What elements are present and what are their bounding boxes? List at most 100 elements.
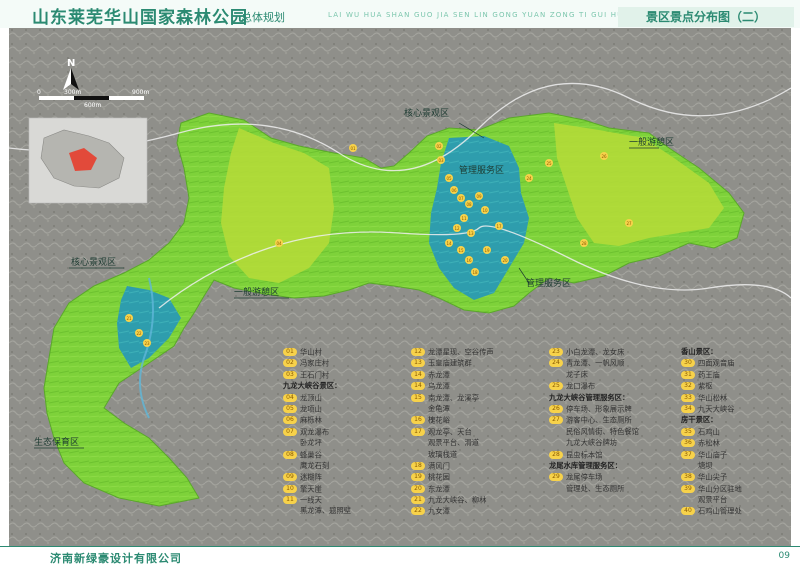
marker[interactable]: 09 xyxy=(475,192,483,200)
legend-item: 14 乌龙潭 xyxy=(411,380,494,391)
scale-label-900: 900m xyxy=(132,89,149,96)
legend-column-3: 23 小白龙潭、龙女床 24 青龙潭、一帆风顺 龙子床 25 龙口瀑布 九龙大峡谷管理… xyxy=(549,346,639,494)
legend-item: 30 四面观音庙 xyxy=(681,357,742,368)
legend-item: 31 药王庙 xyxy=(681,369,742,380)
marker[interactable]: 05 xyxy=(445,174,453,182)
svg-text:02: 02 xyxy=(436,144,442,149)
legend-column-1: 01 华山村 02 冯家庄村 03 王石门村 九龙大峡谷景区： 04 龙顶山 05 龙项山… xyxy=(283,346,351,517)
legend-item: 11 一线天 xyxy=(283,494,351,505)
marker[interactable]: 04 xyxy=(275,239,283,247)
legend-item: 38 华山尖子 xyxy=(681,471,742,482)
legend-item: 03 王石门村 xyxy=(283,369,351,380)
svg-text:28: 28 xyxy=(581,241,587,246)
marker[interactable]: 13 xyxy=(467,229,475,237)
pinyin-title: LAI WU HUA SHAN GUO JIA SEN LIN GONG YUA… xyxy=(328,11,630,19)
legend-item: 21 九龙大峡谷、柳林 xyxy=(411,494,494,505)
marker[interactable]: 19 xyxy=(483,246,491,254)
zone-label-core-west: 核心景观区 xyxy=(69,256,124,269)
legend-item: 29 龙尾停车场 xyxy=(549,471,639,482)
legend-item-continued: 观景平台 xyxy=(698,495,728,505)
svg-text:一般游憩区: 一般游憩区 xyxy=(234,286,279,298)
svg-text:10: 10 xyxy=(482,208,488,213)
svg-text:N: N xyxy=(67,58,75,69)
svg-text:11: 11 xyxy=(461,216,467,221)
svg-text:管理服务区: 管理服务区 xyxy=(526,277,571,289)
page-subtitle: 总体规划 xyxy=(241,11,285,24)
svg-text:核心景观区: 核心景观区 xyxy=(404,107,449,119)
inset-locator-map xyxy=(28,117,148,204)
legend-item-continued: 民俗风情街、特色餐馆 xyxy=(566,426,639,436)
legend-section-header: 九龙大峡谷管理服务区： xyxy=(549,392,630,402)
legend-section-header: 九龙大峡谷景区： xyxy=(283,381,342,391)
svg-text:12: 12 xyxy=(454,226,460,231)
marker[interactable]: 10 xyxy=(481,206,489,214)
legend-item: 40 石鸡山管理处 xyxy=(681,505,742,516)
legend-item-continued: 塘坝 xyxy=(698,460,713,470)
legend-item: 16 槐花峪 xyxy=(411,414,494,425)
marker[interactable]: 07 xyxy=(457,194,465,202)
legend-item-continued: 观景平台、滑道 xyxy=(428,438,480,448)
legend-item: 34 九天大峡谷 xyxy=(681,403,742,414)
legend-item: 25 龙口瀑布 xyxy=(549,380,639,391)
header-bar: 山东莱芜华山国家森林公园 总体规划 LAI WU HUA SHAN GUO JI… xyxy=(0,0,800,28)
svg-text:24: 24 xyxy=(526,176,532,181)
zone-label-service-center: 管理服务区 xyxy=(459,164,504,176)
marker[interactable]: 27 xyxy=(625,219,633,227)
marker[interactable]: 06 xyxy=(450,186,458,194)
legend-section-header: 房干景区： xyxy=(681,415,718,425)
marker[interactable]: 26 xyxy=(600,152,608,160)
svg-text:20: 20 xyxy=(502,258,508,263)
legend-item: 39 华山分区驻地 xyxy=(681,483,742,494)
zone-label-general-east: 一般游憩区 xyxy=(629,136,674,149)
svg-text:一般游憩区: 一般游憩区 xyxy=(629,136,674,148)
marker[interactable]: 01 xyxy=(349,144,357,152)
svg-text:14: 14 xyxy=(446,241,452,246)
legend-item: 18 满风门 xyxy=(411,460,494,471)
legend-item: 02 冯家庄村 xyxy=(283,357,351,368)
svg-text:01: 01 xyxy=(350,146,356,151)
marker[interactable]: 28 xyxy=(580,239,588,247)
svg-text:生态保育区: 生态保育区 xyxy=(34,436,79,448)
legend-item: 36 赤松林 xyxy=(681,437,742,448)
legend-item: 06 麻栎林 xyxy=(283,414,351,425)
legend-item: 20 东龙潭 xyxy=(411,483,494,494)
svg-text:22: 22 xyxy=(136,331,142,336)
svg-text:21: 21 xyxy=(126,316,132,321)
marker[interactable]: 25 xyxy=(545,159,553,167)
marker[interactable]: 16 xyxy=(465,256,473,264)
marker[interactable]: 21 xyxy=(125,314,133,322)
marker[interactable]: 11 xyxy=(460,214,468,222)
legend-item: 04 龙顶山 xyxy=(283,392,351,403)
svg-text:09: 09 xyxy=(476,194,482,199)
marker[interactable]: 18 xyxy=(471,268,479,276)
marker[interactable]: 12 xyxy=(453,224,461,232)
legend-item: 07 双龙瀑布 xyxy=(283,426,351,437)
marker[interactable]: 20 xyxy=(501,256,509,264)
marker[interactable]: 24 xyxy=(525,174,533,182)
svg-text:08: 08 xyxy=(466,202,472,207)
marker[interactable]: 15 xyxy=(457,246,465,254)
marker[interactable]: 22 xyxy=(135,329,143,337)
legend-item: 26 停车场、形象展示牌 xyxy=(549,403,639,414)
svg-text:26: 26 xyxy=(601,154,607,159)
marker[interactable]: 02 xyxy=(435,142,443,150)
marker[interactable]: 17 xyxy=(495,222,503,230)
marker[interactable]: 03 xyxy=(437,156,445,164)
legend-item-continued: 管理处、生态厕所 xyxy=(566,483,625,493)
page-number: 09 xyxy=(778,551,790,561)
legend-item: 01 华山村 xyxy=(283,346,351,357)
marker[interactable]: 08 xyxy=(465,200,473,208)
legend-item: 15 南龙潭、龙溪亭 xyxy=(411,392,494,403)
marker[interactable]: 14 xyxy=(445,239,453,247)
legend-section-header: 龙尾水库管理服务区： xyxy=(549,460,622,470)
legend-item: 22 九女潭 xyxy=(411,505,494,516)
svg-text:13: 13 xyxy=(468,231,474,236)
legend-item: 14 赤龙潭 xyxy=(411,369,494,380)
legend-section-header: 香山景区： xyxy=(681,347,718,356)
scale-label-300: 300m xyxy=(64,89,81,96)
legend-item: 37 华山庙子 xyxy=(681,449,742,460)
legend-item-continued: 金龟潭 xyxy=(428,403,450,413)
legend-item: 12 龙潭星现、空谷传声 xyxy=(411,346,494,357)
marker[interactable]: 23 xyxy=(143,339,151,347)
legend-item-continued: 玻璃栈道 xyxy=(428,449,458,459)
